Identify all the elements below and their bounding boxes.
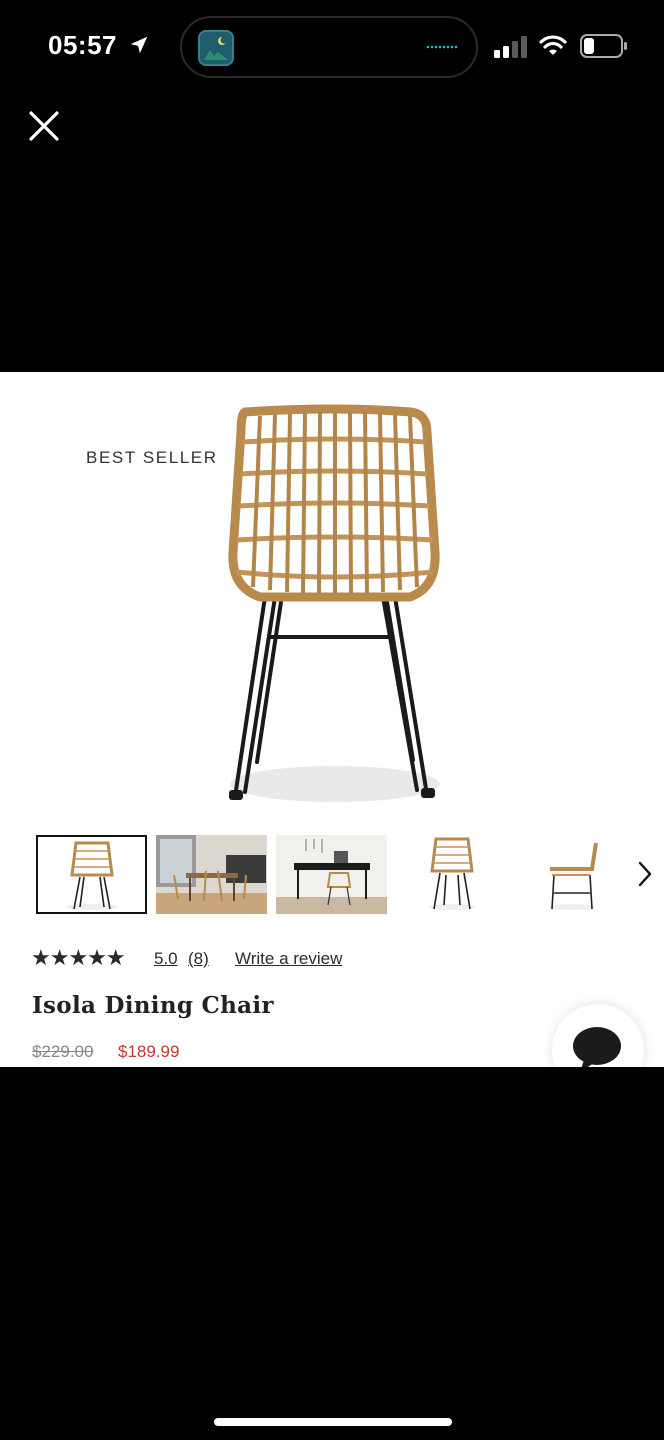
best-seller-badge: BEST SELLER — [86, 448, 218, 467]
chat-bubble-icon — [573, 1027, 621, 1067]
location-arrow-icon — [130, 36, 148, 54]
product-title: Isola Dining Chair — [32, 992, 274, 1019]
chat-button[interactable] — [552, 1004, 644, 1067]
write-review-link[interactable]: Write a review — [235, 949, 342, 969]
island-activity-dots — [426, 45, 458, 49]
thumbnail-strip — [36, 835, 656, 915]
wifi-icon — [539, 35, 567, 55]
product-card: BEST SELLER ★★★★★ 5.0 (8) Write a review… — [0, 372, 664, 1067]
dynamic-island-app-icon — [198, 30, 234, 66]
thumbnail-desk-scene[interactable] — [276, 835, 387, 914]
rating-row: ★★★★★ 5.0 (8) Write a review — [31, 946, 431, 972]
original-price: $229.00 — [32, 1042, 94, 1061]
dynamic-island[interactable] — [180, 16, 478, 78]
thumbnail-angled-view[interactable] — [396, 835, 507, 914]
battery-icon — [580, 34, 627, 58]
status-bar: 05:57 — [0, 0, 664, 92]
home-indicator[interactable] — [214, 1418, 452, 1426]
thumbnail-front-view[interactable] — [36, 835, 147, 914]
status-time: 05:57 — [48, 30, 117, 60]
thumbnail-side-view[interactable] — [516, 835, 627, 914]
chevron-right-icon[interactable] — [632, 859, 658, 889]
signal-icon — [494, 36, 527, 58]
sale-price: $189.99 — [118, 1042, 180, 1061]
rating-count[interactable]: (8) — [188, 949, 209, 969]
star-rating-icon: ★★★★★ — [31, 946, 126, 971]
thumbnail-dining-scene[interactable] — [156, 835, 267, 914]
product-hero-image[interactable] — [205, 402, 465, 812]
close-icon[interactable] — [24, 106, 64, 146]
rating-score[interactable]: 5.0 — [154, 949, 178, 969]
